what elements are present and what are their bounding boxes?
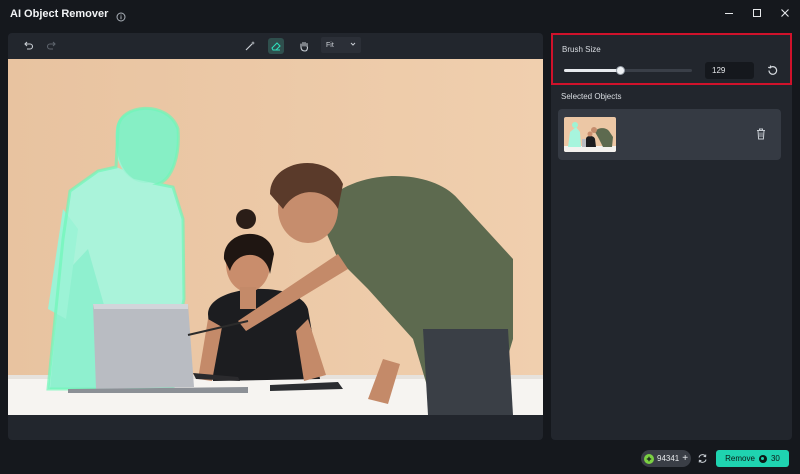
zoom-value: Fit bbox=[326, 41, 334, 49]
smart-brush-icon bbox=[245, 41, 255, 51]
hand-tool-button[interactable] bbox=[296, 38, 312, 54]
maximize-button[interactable] bbox=[750, 4, 764, 22]
remove-button[interactable]: Remove 30 bbox=[716, 450, 789, 467]
undo-icon bbox=[24, 41, 34, 50]
credit-coin-icon bbox=[644, 453, 654, 464]
close-icon bbox=[781, 9, 789, 17]
eraser-icon bbox=[271, 42, 281, 51]
brush-size-input[interactable]: 129 bbox=[705, 62, 754, 79]
credits-count: 94341 bbox=[657, 454, 680, 463]
trash-icon[interactable] bbox=[756, 128, 766, 140]
selected-object-item[interactable] bbox=[558, 109, 781, 160]
canvas-toolbar: Fit bbox=[8, 33, 543, 58]
canvas-panel: Fit bbox=[8, 33, 543, 440]
smart-brush-button[interactable] bbox=[242, 38, 258, 54]
brush-size-value: 129 bbox=[712, 66, 726, 75]
brush-size-section: Brush Size 129 bbox=[551, 33, 792, 85]
chevron-down-icon bbox=[350, 42, 356, 46]
remove-cost: 30 bbox=[770, 454, 780, 463]
selected-objects-label: Selected Objects bbox=[561, 92, 622, 101]
image-canvas[interactable] bbox=[8, 59, 543, 415]
slider-fill bbox=[564, 69, 621, 72]
undo-button[interactable] bbox=[20, 38, 36, 54]
minimize-button[interactable] bbox=[722, 4, 736, 22]
close-button[interactable] bbox=[778, 4, 792, 22]
slider-thumb[interactable] bbox=[616, 66, 626, 75]
zoom-select[interactable]: Fit bbox=[321, 37, 361, 53]
add-credits-icon[interactable]: + bbox=[682, 453, 688, 464]
redo-button[interactable] bbox=[44, 38, 60, 54]
info-icon[interactable] bbox=[116, 9, 126, 22]
brush-size-slider[interactable] bbox=[564, 66, 692, 75]
hand-icon bbox=[300, 41, 309, 52]
selected-object-thumbnail bbox=[564, 117, 616, 152]
reset-icon[interactable] bbox=[766, 64, 779, 77]
window-title: AI Object Remover bbox=[10, 8, 109, 20]
credits-badge[interactable]: 94341 + bbox=[641, 450, 691, 467]
redo-icon bbox=[46, 41, 56, 50]
minimize-icon bbox=[725, 13, 733, 14]
footer-bar: 94341 + Remove 30 bbox=[0, 444, 800, 474]
remove-label: Remove bbox=[725, 454, 755, 463]
brush-size-label: Brush Size bbox=[562, 45, 601, 54]
title-bar: AI Object Remover bbox=[0, 0, 800, 28]
settings-panel: Brush Size 129 Selected Objects bbox=[551, 33, 792, 440]
refresh-icon[interactable] bbox=[697, 453, 708, 464]
eraser-button[interactable] bbox=[268, 38, 284, 54]
maximize-icon bbox=[753, 9, 761, 17]
credit-cost-icon bbox=[758, 454, 767, 463]
